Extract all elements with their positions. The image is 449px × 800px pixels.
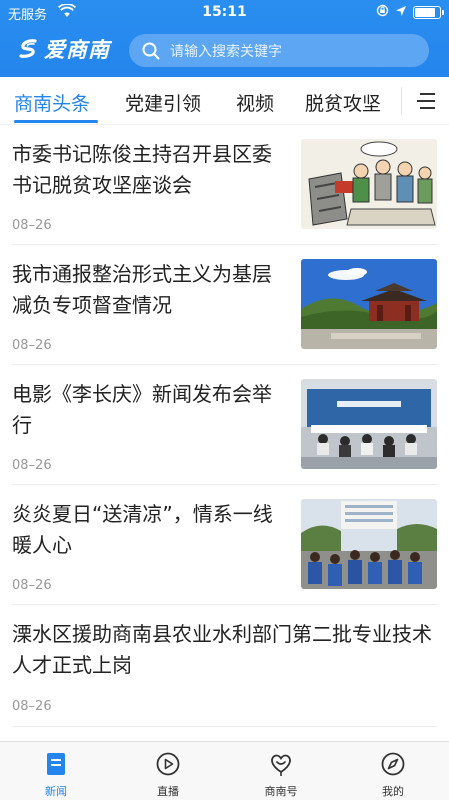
- news-item[interactable]: 炎炎夏日“送清凉”，情系一线暖人心 08–26: [12, 485, 437, 605]
- tab-video[interactable]: 视频: [236, 89, 274, 116]
- category-tabs: 商南头条 党建引领 视频 脱贫攻坚: [0, 77, 449, 125]
- nav-news-label: 新闻: [45, 785, 67, 798]
- news-item[interactable]: 溧水区援助商南县农业水利部门第二批专业技术人才正式上岗 08–26: [12, 605, 437, 727]
- status-bar: 无服务 15:11: [0, 0, 449, 26]
- search-icon: [142, 42, 160, 59]
- news-thumbnail-pavilion: [301, 259, 437, 349]
- news-title: 电影《李长庆》新闻发布会举行: [12, 382, 272, 437]
- location-icon: [395, 5, 407, 21]
- shangnan-hao-icon: [271, 754, 291, 776]
- news-date: 08–26: [12, 699, 52, 714]
- news-title: 市委书记陈俊主持召开县区委书记脱贫攻坚座谈会: [12, 142, 272, 197]
- nav-shangnan-hao[interactable]: 商南号: [225, 742, 337, 800]
- bottom-navigation: 新闻 直播 商南号 我的: [0, 741, 449, 800]
- live-icon: [156, 752, 180, 776]
- news-thumbnail-cartoon: [301, 139, 437, 229]
- active-tab-indicator: [14, 120, 98, 123]
- nav-live-label: 直播: [157, 785, 179, 798]
- channel-menu-button[interactable]: [402, 77, 449, 124]
- nav-news[interactable]: 新闻: [0, 742, 112, 800]
- news-list: 市委书记陈俊主持召开县区委书记脱贫攻坚座谈会 08–26 我市通报整治形式主义为…: [0, 125, 449, 727]
- app-name: 爱商南: [44, 37, 110, 62]
- menu-icon: [416, 92, 435, 109]
- news-title: 我市通报整治形式主义为基层减负专项督查情况: [12, 262, 272, 317]
- news-date: 08–26: [12, 578, 52, 593]
- tab-headlines[interactable]: 商南头条: [14, 89, 90, 116]
- news-item[interactable]: 市委书记陈俊主持召开县区委书记脱贫攻坚座谈会 08–26: [12, 125, 437, 245]
- news-item[interactable]: 电影《李长庆》新闻发布会举行 08–26: [12, 365, 437, 485]
- tab-poverty-alleviation[interactable]: 脱贫攻坚: [305, 89, 381, 116]
- search-bar[interactable]: 请输入搜索关键字: [129, 34, 429, 67]
- search-placeholder: 请输入搜索关键字: [170, 43, 282, 60]
- rotation-lock-icon: [376, 4, 389, 21]
- tab-fade: [385, 77, 401, 124]
- news-thumbnail-workers: [301, 499, 437, 589]
- battery-icon: [413, 6, 444, 19]
- news-thumbnail-conference: [301, 379, 437, 469]
- news-title: 炎炎夏日“送清凉”，情系一线暖人心: [12, 502, 273, 557]
- nav-mine[interactable]: 我的: [337, 742, 449, 800]
- compass-icon: [381, 752, 405, 776]
- news-date: 08–26: [12, 338, 52, 353]
- app-logo: 爱商南: [18, 34, 110, 64]
- news-date: 08–26: [12, 218, 52, 233]
- logo-mark-icon: [19, 39, 37, 58]
- news-icon: [47, 753, 65, 775]
- nav-live[interactable]: 直播: [112, 742, 224, 800]
- news-date: 08–26: [12, 458, 52, 473]
- nav-shangnan-hao-label: 商南号: [264, 785, 298, 798]
- news-title: 溧水区援助商南县农业水利部门第二批专业技术人才正式上岗: [12, 622, 432, 677]
- nav-mine-label: 我的: [382, 785, 404, 798]
- news-item[interactable]: 我市通报整治形式主义为基层减负专项督查情况 08–26: [12, 245, 437, 365]
- tab-party-building[interactable]: 党建引领: [125, 89, 201, 116]
- app-header: 无服务 15:11 爱商南 请输入搜索关键字: [0, 0, 449, 77]
